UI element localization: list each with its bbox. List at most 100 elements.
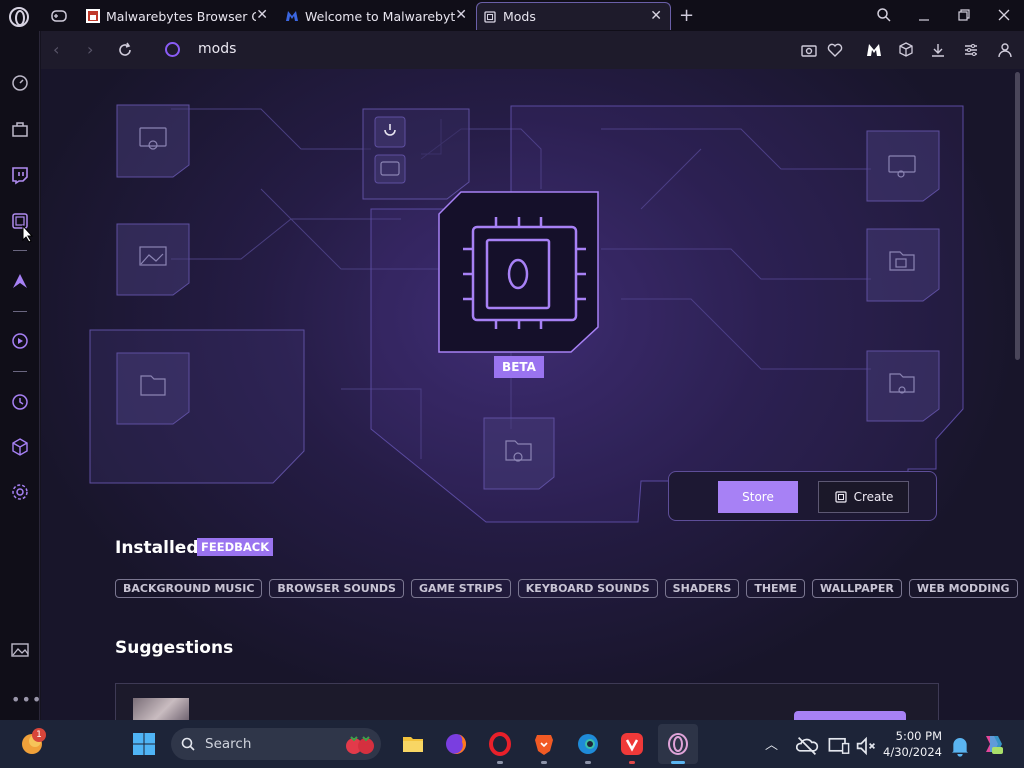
player-icon[interactable] [10,331,30,351]
create-label: Create [853,490,894,504]
category-background-music[interactable]: BACKGROUND MUSIC [115,579,263,598]
edge-icon[interactable] [576,732,600,756]
close-icon[interactable]: ✕ [256,8,268,22]
category-shaders[interactable]: SHADERS [664,579,740,598]
store-button[interactable]: Store [718,481,798,513]
malwarebytes-page-icon [86,9,100,23]
settings-gear-icon[interactable] [10,482,30,502]
restore-icon[interactable] [957,8,971,22]
extensions-cube-icon[interactable] [10,437,30,457]
suggestion-action-button[interactable] [794,711,906,720]
sidebar-divider [13,371,27,372]
back-icon[interactable]: ‹ [53,40,59,59]
windows-taskbar: 1 Search ︿ 5:00 PM 4/30/2024 [0,720,1024,768]
more-options-icon[interactable]: ••• [11,690,42,709]
search-tabs-icon[interactable] [876,7,892,23]
heart-icon[interactable] [826,41,844,59]
tab-mods[interactable]: Mods ✕ [476,2,671,30]
tab-strip: Malwarebytes Browser Gua ✕ Welcome to Ma… [0,0,1024,31]
suggestion-thumbnail [133,698,189,720]
tab-malwarebytes-guard[interactable]: Malwarebytes Browser Gua ✕ [80,2,276,30]
cube-extension-icon[interactable] [897,41,915,59]
installed-categories: BACKGROUND MUSIC BROWSER SOUNDS GAME STR… [115,579,1018,598]
mods-chip-icon [834,491,847,503]
browser-window: Malwarebytes Browser Gua ✕ Welcome to Ma… [0,0,1024,768]
new-tab-button[interactable]: + [679,5,694,26]
copilot-icon[interactable] [980,732,1004,756]
running-indicator [629,761,635,764]
tab-title: Malwarebytes Browser Gua [106,8,256,24]
notification-bell-icon[interactable] [948,734,972,758]
vivaldi-icon[interactable] [620,732,644,756]
download-icon[interactable] [929,41,947,59]
reload-icon[interactable] [117,42,133,58]
url-field[interactable]: mods [198,41,236,57]
opera-menu-icon[interactable] [9,7,29,27]
malwarebytes-extension-icon[interactable] [865,41,883,59]
clock-time: 5:00 PM [895,729,942,743]
sidebar-divider [13,250,27,251]
camera-icon[interactable] [800,41,818,59]
sidebar: ••• [0,31,42,720]
minimize-icon[interactable] [917,8,931,22]
sidebar-divider [13,311,27,312]
system-clock[interactable]: 5:00 PM 4/30/2024 [880,728,942,760]
category-wallpaper[interactable]: WALLPAPER [812,579,902,598]
speed-dial-icon[interactable] [10,73,30,93]
suggestions-heading: Suggestions [115,638,234,658]
aria-ai-icon[interactable] [10,271,30,291]
brave-icon[interactable] [532,732,556,756]
running-indicator [497,761,503,764]
mods-page: BETA Store Create Installed FEEDBACK BAC… [41,69,1024,720]
create-button[interactable]: Create [818,481,909,513]
firefox-icon[interactable] [444,732,468,756]
installed-heading: Installed [115,538,199,558]
mods-action-panel: Store Create [668,471,937,521]
opera-gx-icon[interactable] [666,732,690,756]
malwarebytes-logo-icon [286,11,298,21]
onedrive-offline-icon[interactable] [795,734,819,758]
tab-welcome-malwarebytes[interactable]: Welcome to Malwarebytes ✕ [279,2,475,30]
running-indicator [585,761,591,764]
mods-hero-illustration [89,104,964,523]
easy-setup-icon[interactable] [962,41,980,59]
tab-title: Mods [503,9,536,24]
display-icon[interactable] [827,734,851,758]
search-placeholder: Search [205,736,252,752]
search-icon [181,737,195,751]
mouse-cursor-icon [22,225,34,243]
category-browser-sounds[interactable]: BROWSER SOUNDS [269,579,404,598]
twitch-icon[interactable] [10,165,30,185]
close-window-icon[interactable] [997,8,1011,22]
profile-icon[interactable] [996,41,1014,59]
category-game-strips[interactable]: GAME STRIPS [410,579,511,598]
address-bar: ‹ › mods [41,31,1024,69]
history-icon[interactable] [10,392,30,412]
forward-icon[interactable]: › [87,40,93,59]
active-indicator [671,761,685,764]
file-explorer-icon[interactable] [401,732,425,756]
close-icon[interactable]: ✕ [455,8,467,22]
shopping-bag-icon[interactable] [10,119,30,139]
taskbar-search[interactable]: Search [171,728,381,760]
opera-browser-icon[interactable] [488,732,512,756]
volume-muted-icon[interactable] [854,734,878,758]
strawberry-icon [346,736,374,754]
suggestion-card[interactable] [115,683,939,720]
tab-title: Welcome to Malwarebytes [305,8,455,24]
windows-start-icon[interactable] [132,732,156,756]
category-keyboard-sounds[interactable]: KEYBOARD SOUNDS [517,579,658,598]
opera-page-icon [165,42,180,57]
feedback-button[interactable]: FEEDBACK [197,538,274,556]
tray-overflow-icon[interactable]: ︿ [765,734,778,753]
notification-badge: 1 [32,728,46,742]
wallpaper-icon[interactable] [10,640,30,660]
clock-date: 4/30/2024 [883,745,942,759]
running-indicator [541,761,547,764]
gamepad-icon[interactable] [51,9,67,23]
mods-chip-icon [484,10,496,23]
close-icon[interactable]: ✕ [650,9,662,23]
category-theme[interactable]: THEME [746,579,806,598]
category-web-modding[interactable]: WEB MODDING [908,579,1018,598]
beta-badge: BETA [494,356,544,378]
